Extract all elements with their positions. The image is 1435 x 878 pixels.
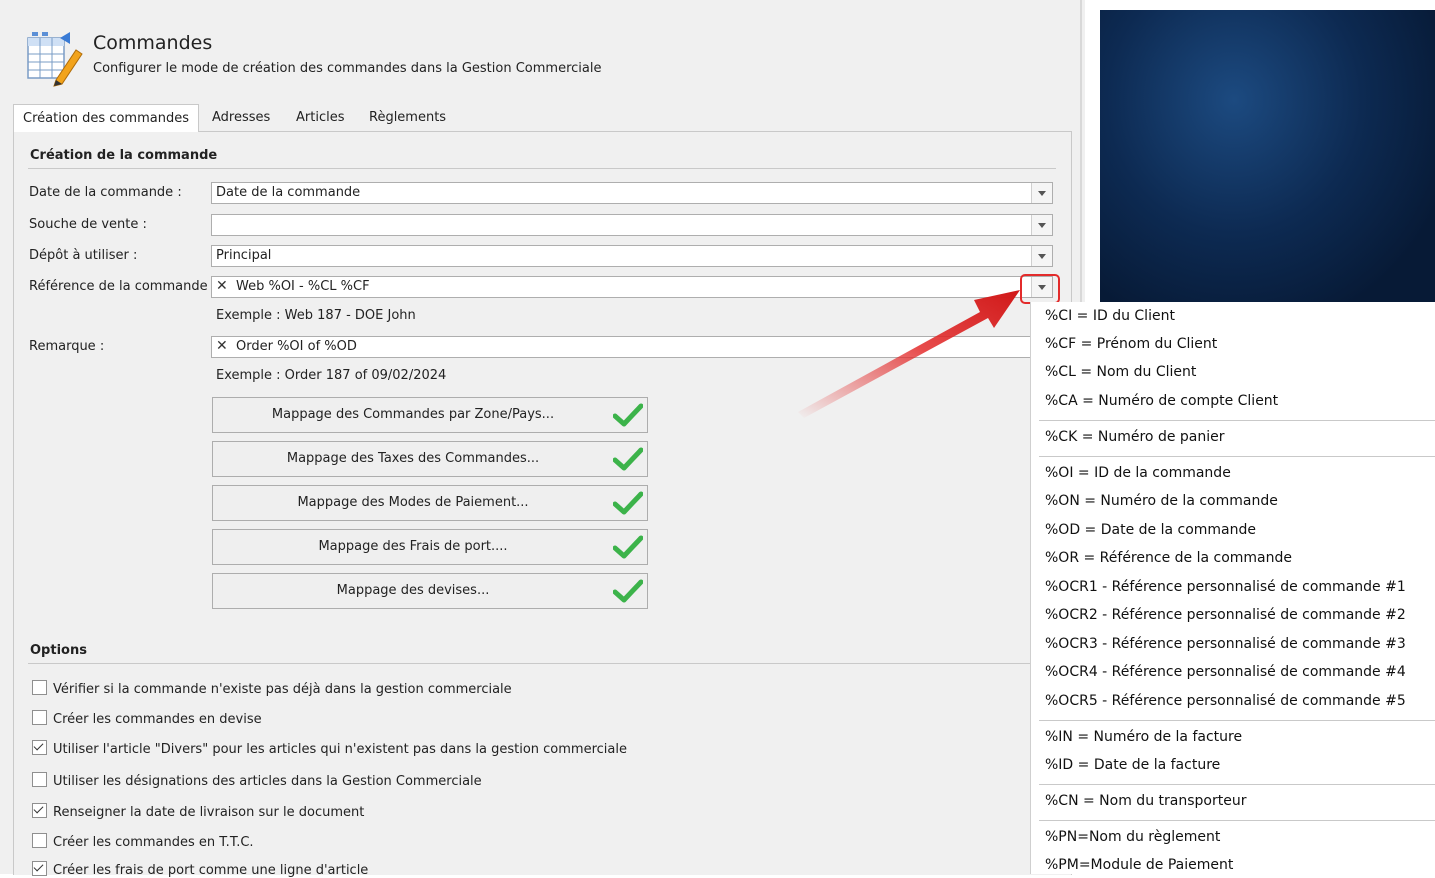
option-date-livraison[interactable]: Renseigner la date de livraison sur le d… (32, 803, 364, 820)
dropdown-separator (1039, 784, 1435, 785)
dropdown-item[interactable]: %CF = Prénom du Client (1045, 336, 1217, 352)
dropdown-item[interactable]: %OCR4 - Référence personnalisé de comman… (1045, 664, 1406, 680)
dropdown-item[interactable]: %ON = Numéro de la commande (1045, 493, 1278, 509)
check-icon (613, 447, 643, 471)
checkbox[interactable] (32, 772, 47, 787)
dropdown-separator (1039, 456, 1435, 457)
dropdown-item[interactable]: %CK = Numéro de panier (1045, 429, 1225, 445)
date-commande-value: Date de la commande (216, 185, 361, 200)
option-label: Créer les commandes en devise (53, 712, 262, 727)
mapping-zone-pays-button[interactable]: Mappage des Commandes par Zone/Pays... (212, 397, 648, 433)
option-frais-port-ligne[interactable]: Créer les frais de port comme une ligne … (32, 861, 368, 878)
tab-reglements[interactable]: Règlements (369, 104, 446, 131)
option-designations-articles[interactable]: Utiliser les désignations des articles d… (32, 772, 482, 789)
chevron-down-icon[interactable] (1031, 246, 1052, 266)
option-label: Renseigner la date de livraison sur le d… (53, 805, 365, 820)
chevron-down-icon[interactable] (1031, 215, 1052, 235)
check-icon (613, 579, 643, 603)
check-icon (613, 403, 643, 427)
desktop-background (1100, 10, 1435, 310)
remarque-value: Order %OI of %OD (236, 339, 357, 354)
tab-adresses[interactable]: Adresses (212, 104, 270, 131)
button-label: Mappage des Commandes par Zone/Pays... (271, 407, 555, 422)
check-icon (613, 535, 643, 559)
option-commandes-ttc[interactable]: Créer les commandes en T.T.C. (32, 833, 254, 850)
mapping-frais-port-button[interactable]: Mappage des Frais de port.... (212, 529, 648, 565)
tab-creation-commandes[interactable]: Création des commandes (13, 104, 199, 132)
label-remarque: Remarque : (29, 339, 105, 354)
section-title-options: Options (30, 643, 87, 658)
date-commande-select[interactable]: Date de la commande (211, 182, 1053, 204)
remarque-example: Exemple : Order 187 of 09/02/2024 (216, 368, 447, 383)
variables-dropdown: %CI = ID du Client %CF = Prénom du Clien… (1030, 302, 1435, 874)
checkbox[interactable] (32, 680, 47, 695)
button-label: Mappage des devises... (336, 583, 490, 598)
dropdown-item[interactable]: %CA = Numéro de compte Client (1045, 393, 1278, 409)
clear-icon[interactable]: ✕ (216, 278, 228, 294)
option-label: Créer les frais de port comme une ligne … (53, 863, 369, 878)
dropdown-item[interactable]: %IN = Numéro de la facture (1045, 729, 1242, 745)
section-divider (28, 168, 1056, 169)
dropdown-item[interactable]: %ID = Date de la facture (1045, 757, 1220, 773)
dropdown-separator (1039, 420, 1435, 421)
section-title-creation: Création de la commande (30, 148, 218, 163)
dropdown-item[interactable]: %OCR3 - Référence personnalisé de comman… (1045, 636, 1406, 652)
option-verifier-existence[interactable]: Vérifier si la commande n'existe pas déj… (32, 680, 512, 697)
checkbox[interactable] (32, 740, 47, 755)
option-label: Créer les commandes en T.T.C. (53, 835, 254, 850)
tab-articles[interactable]: Articles (296, 104, 344, 131)
option-label: Utiliser les désignations des articles d… (53, 774, 482, 789)
dropdown-separator (1039, 820, 1435, 821)
label-souche-vente: Souche de vente : (29, 217, 147, 232)
section-divider (28, 663, 1056, 664)
option-article-divers[interactable]: Utiliser l'article "Divers" pour les art… (32, 740, 627, 757)
dropdown-item[interactable]: %OR = Référence de la commande (1045, 550, 1292, 566)
button-label: Mappage des Modes de Paiement... (297, 495, 529, 510)
dropdown-item[interactable]: %OI = ID de la commande (1045, 465, 1231, 481)
label-depot: Dépôt à utiliser : (29, 248, 138, 263)
depot-value: Principal (216, 248, 272, 263)
dropdown-item[interactable]: %CI = ID du Client (1045, 308, 1175, 324)
checkbox[interactable] (32, 710, 47, 725)
orders-table-icon (26, 28, 86, 88)
dropdown-item[interactable]: %OCR2 - Référence personnalisé de comman… (1045, 607, 1406, 623)
mapping-modes-paiement-button[interactable]: Mappage des Modes de Paiement... (212, 485, 648, 521)
depot-select[interactable]: Principal (211, 245, 1053, 267)
page-title: Commandes (93, 32, 213, 54)
checkbox[interactable] (32, 833, 47, 848)
label-date-commande: Date de la commande : (29, 185, 182, 200)
dropdown-item[interactable]: %OCR1 - Référence personnalisé de comman… (1045, 579, 1406, 595)
dropdown-item[interactable]: %OD = Date de la commande (1045, 522, 1256, 538)
souche-vente-select[interactable] (211, 214, 1053, 236)
clear-icon[interactable]: ✕ (216, 338, 228, 354)
dropdown-button-highlight (1020, 274, 1060, 304)
dropdown-item[interactable]: %CN = Nom du transporteur (1045, 793, 1246, 809)
page-subtitle: Configurer le mode de création des comma… (93, 61, 602, 76)
check-icon (613, 491, 643, 515)
option-commandes-devise[interactable]: Créer les commandes en devise (32, 710, 262, 727)
dropdown-item[interactable]: %PN=Nom du règlement (1045, 829, 1220, 845)
option-label: Vérifier si la commande n'existe pas déj… (53, 682, 512, 697)
dropdown-item[interactable]: %CL = Nom du Client (1045, 364, 1196, 380)
button-label: Mappage des Taxes des Commandes... (286, 451, 540, 466)
option-label: Utiliser l'article "Divers" pour les art… (53, 742, 627, 757)
mapping-devises-button[interactable]: Mappage des devises... (212, 573, 648, 609)
chevron-down-icon[interactable] (1031, 183, 1052, 203)
label-reference: Référence de la commande : (29, 279, 217, 294)
checkbox[interactable] (32, 803, 47, 818)
reference-value: Web %OI - %CL %CF (236, 279, 370, 294)
dropdown-item[interactable]: %PM=Module de Paiement (1045, 857, 1233, 873)
reference-example: Exemple : Web 187 - DOE John (216, 308, 416, 323)
button-label: Mappage des Frais de port.... (318, 539, 508, 554)
mapping-taxes-button[interactable]: Mappage des Taxes des Commandes... (212, 441, 648, 477)
dropdown-item[interactable]: %OCR5 - Référence personnalisé de comman… (1045, 693, 1406, 709)
dropdown-separator (1039, 720, 1435, 721)
